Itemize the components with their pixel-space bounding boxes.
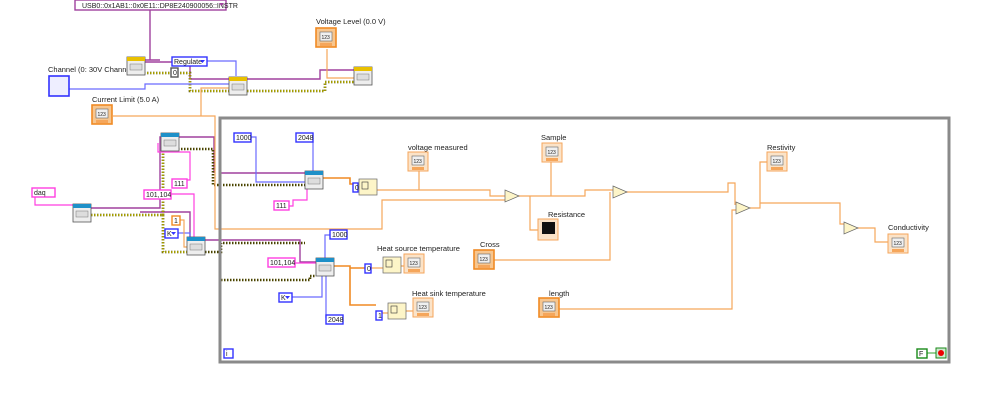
index-array-voltage[interactable] (358, 178, 378, 196)
sample-indicator[interactable]: Sample 123 (541, 133, 566, 163)
samples-2048-b[interactable]: 2048 (325, 314, 344, 325)
length-control[interactable]: length 123 (538, 289, 569, 318)
restivity-indicator-label: Restivity (767, 143, 796, 152)
daqmx-create-thermocouple-channel-vi[interactable] (186, 236, 206, 256)
cross-control[interactable]: Cross 123 (473, 240, 500, 270)
channel-111-outer-value: 111 (174, 181, 185, 188)
regulate-enum[interactable]: Regulate (171, 56, 208, 67)
regulate-enum-value: Regulate (174, 59, 202, 66)
power-supply-configure-vi[interactable] (228, 76, 248, 96)
heat-source-temperature-indicator-label: Heat source temperature (377, 244, 460, 253)
channel-101-104-inner[interactable]: 101,104 (267, 257, 296, 268)
channel-label: Channel (0: 30V Channel) (48, 65, 135, 74)
voltage-level-control[interactable]: Voltage Level (0.0 V) 123 (315, 17, 386, 48)
stop-false-constant-value: F (919, 351, 923, 358)
voltage-level-control-label: Voltage Level (0.0 V) (316, 17, 386, 26)
cross-control-label: Cross (480, 240, 500, 249)
visa-resource-constant[interactable]: USB0::0x1AB1::0x0E11::DP8E240900056::INS… (74, 0, 238, 11)
heat-sink-temperature-indicator-label: Heat sink temperature (412, 289, 486, 298)
numeric-glyph-icon: 123 (773, 159, 782, 165)
daq-constant-value: daq (34, 190, 46, 197)
power-supply-output-vi[interactable] (353, 66, 373, 86)
current-limit-control[interactable]: Current Limit (5.0 A) 123 (91, 95, 160, 125)
stop-icon (938, 350, 944, 356)
heat-sink-temperature-indicator[interactable]: Heat sink temperature 123 (412, 289, 486, 318)
power-supply-initialize-vi[interactable] (126, 56, 146, 76)
index-1[interactable]: 1 (375, 310, 383, 321)
numeric-glyph-icon: 123 (410, 261, 419, 267)
length-control-label: length (549, 289, 569, 298)
visa-resource-value: USB0::0x1AB1::0x0E11::DP8E240900056::INS… (82, 3, 238, 10)
index-0-b[interactable]: 0 (364, 263, 372, 274)
one-constant-outer-value: 1 (174, 218, 178, 225)
index-array-heat-source[interactable] (382, 256, 402, 274)
multiply-by-cross[interactable] (612, 185, 628, 199)
wires (34, 10, 936, 354)
numeric-glyph-icon: 123 (480, 257, 489, 263)
block-diagram: USB0::0x1AB1::0x0E11::DP8E240900056::INS… (0, 0, 998, 405)
voltage-measured-indicator[interactable]: voltage measured 123 (407, 143, 468, 172)
thermocouple-k-inner[interactable]: K (278, 292, 293, 303)
rate-1000-b-value: 1000 (332, 232, 348, 239)
channel-101-104-outer[interactable]: 101,104 (143, 189, 172, 200)
channel-101-104-outer-value: 101,104 (146, 192, 171, 199)
divide-by-length[interactable] (735, 201, 751, 215)
index-0-a-value: 0 (355, 185, 359, 192)
index-array-heat-sink[interactable] (387, 302, 407, 320)
samples-2048-b-value: 2048 (328, 317, 344, 324)
numeric-glyph-icon: 123 (419, 305, 428, 311)
numeric-glyph-icon: 123 (322, 35, 331, 41)
zero-constant-value: 0 (173, 70, 177, 77)
samples-2048-a[interactable]: 2048 (295, 132, 314, 143)
while-loop[interactable] (218, 116, 951, 364)
reciprocal[interactable] (843, 221, 859, 235)
channel-111-outer[interactable]: 111 (171, 178, 188, 189)
resistance-label: Resistance (548, 210, 585, 219)
numeric-glyph-icon: 123 (414, 159, 423, 165)
numeric-glyph-icon: 123 (98, 112, 107, 118)
diagram-canvas: USB0::0x1AB1::0x0E11::DP8E240900056::INS… (31, 0, 951, 364)
daqmx-read-voltage-vi[interactable] (304, 170, 324, 190)
rate-1000-a[interactable]: 1000 (233, 132, 252, 143)
voltage-measured-indicator-label: voltage measured (408, 143, 468, 152)
numeric-glyph-icon: 123 (545, 305, 554, 311)
current-limit-control-label: Current Limit (5.0 A) (92, 95, 160, 104)
daqmx-create-voltage-channel-vi[interactable] (160, 132, 180, 152)
index-0-b-value: 0 (367, 266, 371, 273)
index-1-value: 1 (378, 313, 382, 320)
channel-101-104-inner-value: 101,104 (270, 260, 295, 267)
numeric-glyph-icon: 123 (548, 150, 557, 156)
daq-constant[interactable]: daq (31, 187, 56, 198)
one-constant-outer[interactable]: 1 (171, 215, 181, 226)
stop-false-constant[interactable]: F (916, 348, 928, 359)
thermocouple-k-outer[interactable]: K (164, 228, 179, 239)
zero-constant[interactable]: 0 (170, 67, 179, 78)
conductivity-indicator-label: Conductivity (888, 223, 929, 232)
iteration-terminal[interactable]: i (223, 348, 234, 359)
daqmx-create-task-vi[interactable] (72, 203, 92, 223)
sample-indicator-label: Sample (541, 133, 566, 142)
index-0-a[interactable]: 0 (352, 182, 359, 193)
divide-voltage-by-current[interactable] (504, 189, 520, 203)
conductivity-indicator[interactable]: Conductivity 123 (887, 223, 929, 254)
resistance-graph-indicator[interactable]: Resistance (537, 210, 585, 241)
channel-111-inner-value: 111 (276, 203, 287, 210)
loop-stop-terminal[interactable] (935, 347, 947, 359)
rate-1000-a-value: 1000 (236, 135, 252, 142)
channel-control[interactable] (48, 75, 70, 97)
restivity-indicator[interactable]: Restivity 123 (766, 143, 796, 172)
daqmx-read-temperature-vi[interactable] (315, 257, 335, 277)
numeric-glyph-icon: 123 (894, 241, 903, 247)
samples-2048-a-value: 2048 (298, 135, 314, 142)
channel-111-inner[interactable]: 111 (273, 200, 290, 211)
rate-1000-b[interactable]: 1000 (329, 229, 348, 240)
